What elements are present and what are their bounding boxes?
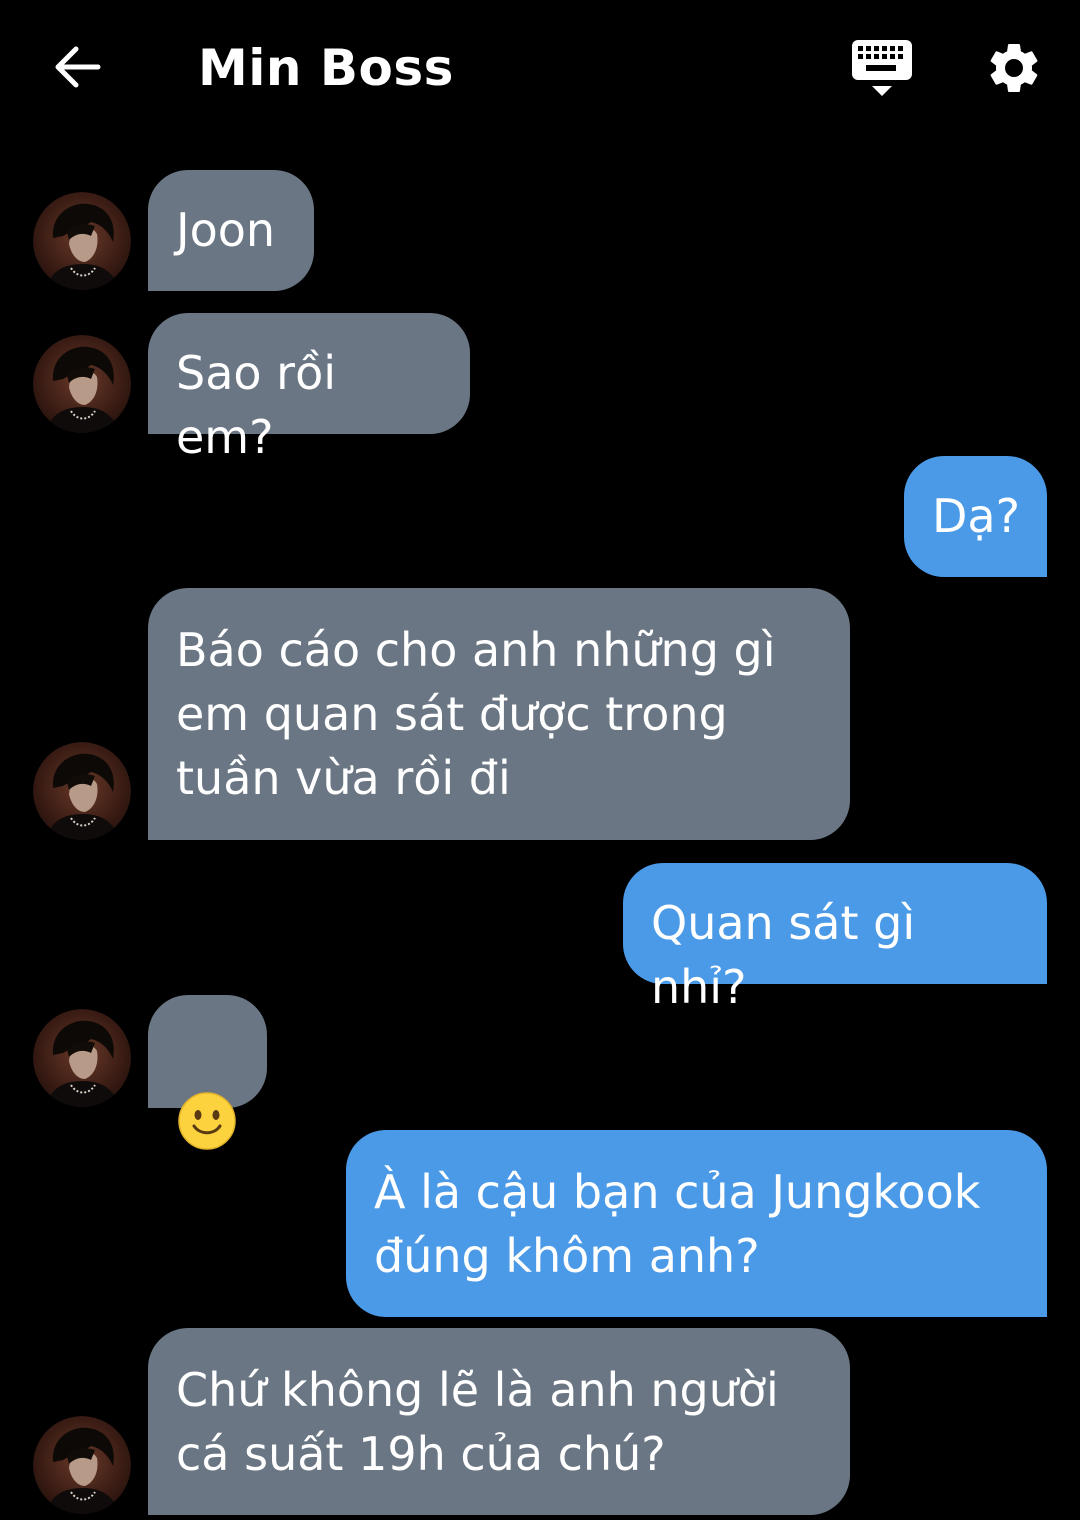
contact-avatar[interactable] <box>33 192 131 290</box>
received-message-bubble[interactable]: Sao rồi em? <box>148 313 470 464</box>
received-message-bubble[interactable] <box>148 995 267 1150</box>
sent-message-bubble[interactable]: Quan sát gì nhỉ? <box>623 863 1047 1014</box>
slightly-smiling-face-emoji <box>178 1091 236 1150</box>
received-message-bubble[interactable]: Joon <box>148 170 314 291</box>
sent-message-bubble[interactable]: À là cậu bạn của Jungkook đúng khôm anh? <box>346 1130 1047 1317</box>
contact-avatar[interactable] <box>33 742 131 840</box>
received-message-bubble[interactable]: Báo cáo cho anh những gì em quan sát đượ… <box>148 588 850 840</box>
contact-avatar[interactable] <box>33 335 131 433</box>
sent-message-bubble[interactable]: Dạ? <box>904 456 1047 577</box>
contact-avatar[interactable] <box>33 1009 131 1107</box>
message-list[interactable]: Joon Sao rồi em? Dạ? Báo cáo cho anh nhữ… <box>0 0 1080 1520</box>
contact-avatar[interactable] <box>33 1416 131 1514</box>
received-message-bubble[interactable]: Chứ không lẽ là anh người cá suất 19h củ… <box>148 1328 850 1515</box>
